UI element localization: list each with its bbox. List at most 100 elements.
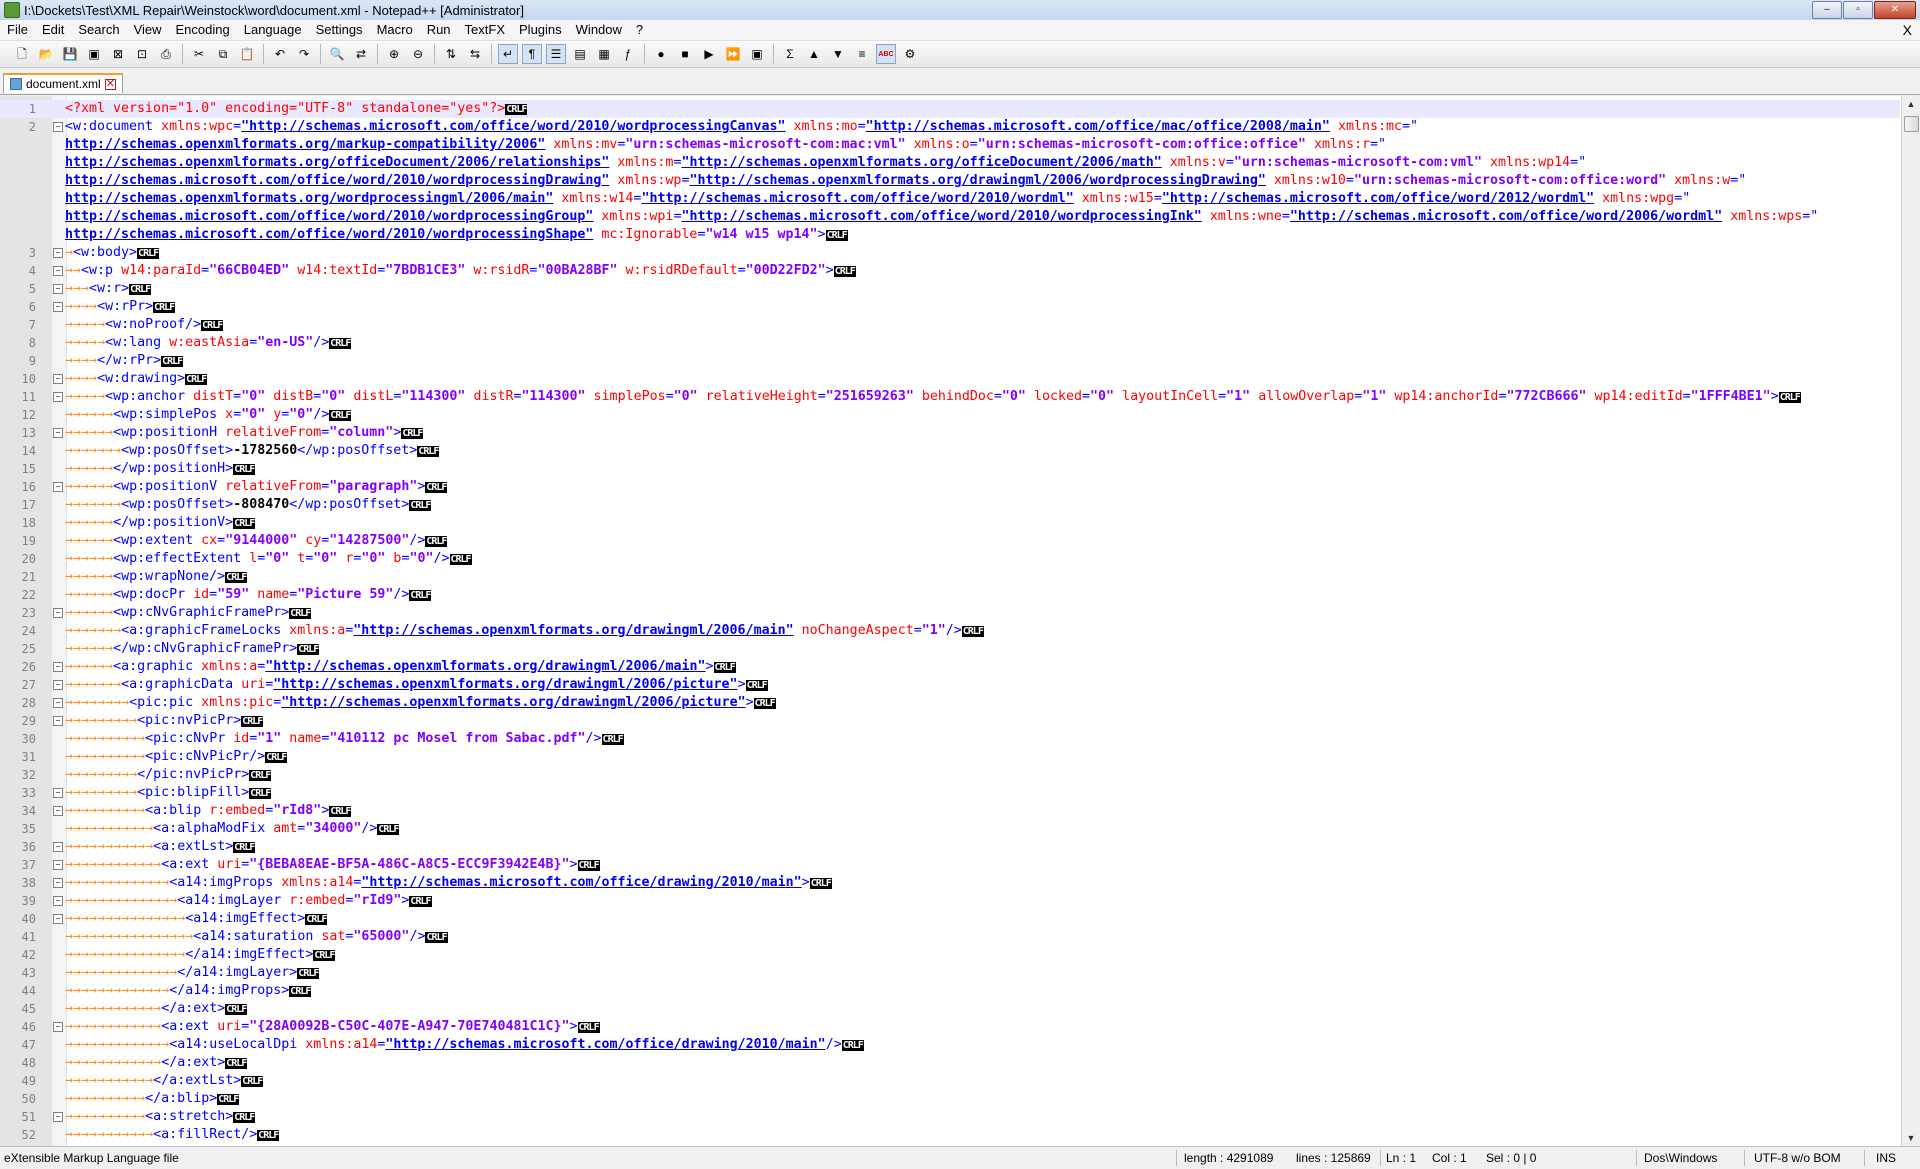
play-macro-icon[interactable]: ▶ <box>699 44 719 64</box>
save-icon[interactable]: 💾 <box>60 44 80 64</box>
menu-file[interactable]: File <box>0 20 35 40</box>
tab-close-icon[interactable]: ✕ <box>104 78 116 90</box>
spell-check-icon[interactable]: ABC <box>876 44 896 64</box>
fold-toggle-icon[interactable]: − <box>53 698 63 708</box>
stop-macro-icon[interactable]: ■ <box>675 44 695 64</box>
token-url[interactable]: http://schemas.openxmlformats.org/markup… <box>65 137 545 152</box>
menu-edit[interactable]: Edit <box>35 20 71 40</box>
find-icon[interactable]: 🔍 <box>327 44 347 64</box>
print-icon[interactable]: ⎙ <box>156 44 176 64</box>
close-window-button[interactable]: ✕ <box>1874 1 1916 19</box>
code-line[interactable]: 11− →→→→→<wp:anchor distT="0" distB="0" d… <box>0 388 1900 406</box>
code-line[interactable]: http://schemas.openxmlformats.org/office… <box>0 154 1900 172</box>
code-line[interactable]: 9 →→→→</w:rPr>CRLF <box>0 352 1900 370</box>
show-all-chars-icon[interactable]: ¶ <box>522 44 542 64</box>
fold-toggle-icon[interactable]: − <box>53 374 63 384</box>
code-line[interactable]: http://schemas.openxmlformats.org/wordpr… <box>0 190 1900 208</box>
fold-toggle-icon[interactable]: − <box>53 1112 63 1122</box>
fold-toggle-icon[interactable]: − <box>53 302 63 312</box>
code-line[interactable]: 30 →→→→→→→→→→<pic:cNvPr id="1" name="4101… <box>0 730 1900 748</box>
token-url[interactable]: "http://schemas.microsoft.com/office/wor… <box>641 191 1073 206</box>
code-line[interactable]: 31 →→→→→→→→→→<pic:cNvPicPr/>CRLF <box>0 748 1900 766</box>
scroll-down-arrow-icon[interactable]: ▼ <box>1902 1130 1920 1146</box>
token-url[interactable]: http://schemas.openxmlformats.org/wordpr… <box>65 191 553 206</box>
fold-toggle-icon[interactable]: − <box>53 608 63 618</box>
fold-toggle-icon[interactable]: − <box>53 266 63 276</box>
code-line[interactable]: 12 →→→→→→<wp:simplePos x="0" y="0"/>CRLF <box>0 406 1900 424</box>
code-line[interactable]: 37 − →→→→→→→→→→→→<a:ext uri="{BEBA8EAE-BF5… <box>0 856 1900 874</box>
undo-icon[interactable]: ↶ <box>270 44 290 64</box>
menu-settings[interactable]: Settings <box>309 20 370 40</box>
save-macro-icon[interactable]: ▣ <box>747 44 767 64</box>
vertical-scrollbar[interactable]: ▲ ▼ <box>1901 96 1920 1146</box>
code-line[interactable]: 48 →→→→→→→→→→→→</a:ext>CRLF <box>0 1054 1900 1072</box>
sync-vertical-icon[interactable]: ⇅ <box>441 44 461 64</box>
code-line[interactable]: 35 →→→→→→→→→→→<a:alphaModFix amt="34000"/… <box>0 820 1900 838</box>
fold-toggle-icon[interactable]: − <box>53 662 63 672</box>
code-line[interactable]: 8 →→→→→<w:lang w:eastAsia="en-US"/>CRLF <box>0 334 1900 352</box>
fold-toggle-icon[interactable]: − <box>53 248 63 258</box>
fold-toggle-icon[interactable]: − <box>53 428 63 438</box>
code-line[interactable]: 51− →→→→→→→→→→<a:stretch>CRLF <box>0 1108 1900 1126</box>
code-line[interactable]: 19 →→→→→→<wp:extent cx="9144000" cy="1428… <box>0 532 1900 550</box>
play-macro-multiple-icon[interactable]: ⏩ <box>723 44 743 64</box>
code-line[interactable]: 36− →→→→→→→→→→→<a:extLst>CRLF <box>0 838 1900 856</box>
zoom-in-icon[interactable]: ⊕ <box>384 44 404 64</box>
token-url[interactable]: "http://schemas.openxmlformats.org/drawi… <box>265 659 705 674</box>
code-line[interactable]: 52 →→→→→→→→→→→<a:fillRect/>CRLF <box>0 1126 1900 1144</box>
fold-toggle-icon[interactable]: − <box>53 878 63 888</box>
record-macro-icon[interactable]: ● <box>651 44 671 64</box>
code-line[interactable]: 45 →→→→→→→→→→→→</a:ext>CRLF <box>0 1000 1900 1018</box>
menu-help[interactable]: ? <box>629 20 650 40</box>
code-line[interactable]: http://schemas.openxmlformats.org/markup… <box>0 136 1900 154</box>
code-line[interactable]: 6− →→→→<w:rPr>CRLF <box>0 298 1900 316</box>
replace-icon[interactable]: ⇄ <box>351 44 371 64</box>
paste-icon[interactable]: 📋 <box>237 44 257 64</box>
fold-toggle-icon[interactable]: − <box>53 284 63 294</box>
code-line[interactable]: 41 →→→→→→→→→→→→→→→→<a14:saturation sat="6… <box>0 928 1900 946</box>
code-line[interactable]: 13 − →→→→→→<wp:positionH relativeFrom="col… <box>0 424 1900 442</box>
token-url[interactable]: "http://schemas.openxmlformats.org/drawi… <box>281 695 745 710</box>
sync-horizontal-icon[interactable]: ⇆ <box>465 44 485 64</box>
close-icon[interactable]: ⊠ <box>108 44 128 64</box>
function-list-icon[interactable]: ƒ <box>618 44 638 64</box>
fold-toggle-icon[interactable]: − <box>53 914 63 924</box>
fold-toggle-icon[interactable]: − <box>53 122 63 132</box>
fold-toggle-icon[interactable]: − <box>53 680 63 690</box>
menu-plugins[interactable]: Plugins <box>512 20 569 40</box>
code-line[interactable]: http://schemas.microsoft.com/office/word… <box>0 226 1900 244</box>
arrow-down-icon[interactable]: ▼ <box>828 44 848 64</box>
token-url[interactable]: "http://schemas.openxmlformats.org/offic… <box>681 155 1161 170</box>
open-file-icon[interactable]: 📂 <box>36 44 56 64</box>
code-line[interactable]: 42 →→→→→→→→→→→→→→→</a14:imgEffect>CRLF <box>0 946 1900 964</box>
scrollbar-thumb[interactable] <box>1904 116 1919 132</box>
code-line[interactable]: 5− →→→<w:r>CRLF <box>0 280 1900 298</box>
menu-view[interactable]: View <box>127 20 169 40</box>
code-line[interactable]: 33− →→→→→→→→→<pic:blipFill>CRLF <box>0 784 1900 802</box>
token-url[interactable]: "http://schemas.microsoft.com/office/wor… <box>681 209 1201 224</box>
maximize-button[interactable]: ▫ <box>1843 1 1873 19</box>
fold-toggle-icon[interactable]: − <box>53 860 63 870</box>
status-encoding[interactable]: UTF-8 w/o BOM <box>1754 1147 1841 1169</box>
code-line[interactable]: 4− →→<w:p w14:paraId="66CB04ED" w14:textI… <box>0 262 1900 280</box>
fold-toggle-icon[interactable]: − <box>53 716 63 726</box>
code-line[interactable]: 40− →→→→→→→→→→→→→→→<a14:imgEffect>CRLF <box>0 910 1900 928</box>
code-line[interactable]: 15 →→→→→→</wp:positionH>CRLF <box>0 460 1900 478</box>
code-line[interactable]: 50 →→→→→→→→→→</a:blip>CRLF <box>0 1090 1900 1108</box>
redo-icon[interactable]: ↷ <box>294 44 314 64</box>
code-line[interactable]: 34 − →→→→→→→→→→<a:blip r:embed="rId8">CRLF <box>0 802 1900 820</box>
code-line[interactable]: 10− →→→→<w:drawing>CRLF <box>0 370 1900 388</box>
code-line[interactable]: 17 →→→→→→→<wp:posOffset>-808470</wp:posOf… <box>0 496 1900 514</box>
user-defined-lang-icon[interactable]: ▤ <box>570 44 590 64</box>
save-all-icon[interactable]: ▣ <box>84 44 104 64</box>
notepad-plus-plus-app-icon[interactable] <box>4 2 20 18</box>
fold-toggle-icon[interactable]: − <box>53 392 63 402</box>
menu-encoding[interactable]: Encoding <box>169 20 237 40</box>
scroll-up-arrow-icon[interactable]: ▲ <box>1902 96 1920 112</box>
code-line[interactable]: 2− <w:document xmlns:wpc="http://schemas.… <box>0 118 1900 136</box>
code-line[interactable]: 22 →→→→→→<wp:docPr id="59" name="Picture … <box>0 586 1900 604</box>
zoom-out-icon[interactable]: ⊖ <box>408 44 428 64</box>
plugin-icon[interactable]: ⚙ <box>900 44 920 64</box>
code-line[interactable]: 32 →→→→→→→→→</pic:nvPicPr>CRLF <box>0 766 1900 784</box>
menu-macro[interactable]: Macro <box>370 20 420 40</box>
